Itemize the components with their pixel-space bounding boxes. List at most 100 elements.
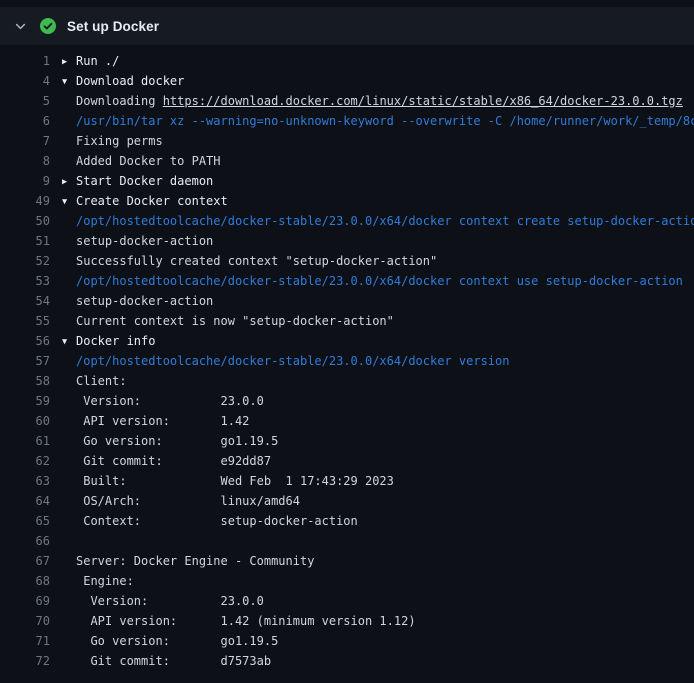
log-line: 54 setup-docker-action [0,291,694,311]
command-text: /opt/hostedtoolcache/docker-stable/23.0.… [62,351,694,371]
group-header-content[interactable]: ▼Create Docker context [62,191,694,211]
log-line: 61 Go version: go1.19.5 [0,431,694,451]
log-text: Git commit: d7573ab [62,651,694,671]
line-number[interactable]: 4 [0,71,50,91]
log-line: 66 [0,531,694,551]
log-text: API version: 1.42 (minimum version 1.12) [62,611,694,631]
log-text: Current context is now "setup-docker-act… [62,311,694,331]
line-number[interactable]: 9 [0,171,50,191]
log-group-row[interactable]: 4 ▼Download docker [0,71,694,91]
log-line: 59 Version: 23.0.0 [0,391,694,411]
log-line: 64 OS/Arch: linux/amd64 [0,491,694,511]
step-header[interactable]: Set up Docker [0,7,694,45]
log-group-row[interactable]: 1 ▶Run ./ [0,51,694,71]
line-number[interactable]: 56 [0,331,50,351]
log-text: Git commit: e92dd87 [62,451,694,471]
log-text: Version: 23.0.0 [62,591,694,611]
group-header-content[interactable]: ▼Docker info [62,331,694,351]
log-line: 68 Engine: [0,571,694,591]
group-expanded-icon: ▼ [62,72,76,91]
log-text: Context: setup-docker-action [62,511,694,531]
log-line: 67 Server: Docker Engine - Community [0,551,694,571]
log-line: 50/opt/hostedtoolcache/docker-stable/23.… [0,211,694,231]
line-number[interactable]: 49 [0,191,50,211]
line-number[interactable]: 51 [0,231,50,251]
line-number[interactable]: 52 [0,251,50,271]
log-line: 62 Git commit: e92dd87 [0,451,694,471]
group-title: Run ./ [76,54,119,68]
log-lines: 1▶Run ./4▼Download docker5Downloading ht… [0,45,694,671]
line-number[interactable]: 6 [0,111,50,131]
group-collapsed-icon: ▶ [62,52,76,71]
chevron-down-icon[interactable] [14,20,27,33]
log-line: 53/opt/hostedtoolcache/docker-stable/23.… [0,271,694,291]
line-number[interactable]: 58 [0,371,50,391]
line-number[interactable]: 7 [0,131,50,151]
log-text: Client: [62,371,694,391]
line-number[interactable]: 57 [0,351,50,371]
group-header-content[interactable]: ▼Download docker [62,71,694,91]
log-line: 58 Client: [0,371,694,391]
log-text: Engine: [62,571,694,591]
log-text: Go version: go1.19.5 [62,631,694,651]
line-number[interactable]: 50 [0,211,50,231]
log-line: 6/usr/bin/tar xz --warning=no-unknown-ke… [0,111,694,131]
log-line: 65 Context: setup-docker-action [0,511,694,531]
group-header-content[interactable]: ▶Run ./ [62,51,694,71]
log-line: 70 API version: 1.42 (minimum version 1.… [0,611,694,631]
group-title: Create Docker context [76,194,228,208]
line-number[interactable]: 53 [0,271,50,291]
log-text: Server: Docker Engine - Community [62,551,694,571]
line-number[interactable]: 68 [0,571,50,591]
log-text: setup-docker-action [62,291,694,311]
line-number[interactable]: 70 [0,611,50,631]
line-number[interactable]: 67 [0,551,50,571]
log-line: 55 Current context is now "setup-docker-a… [0,311,694,331]
line-number[interactable]: 55 [0,311,50,331]
line-number[interactable]: 72 [0,651,50,671]
line-number[interactable]: 60 [0,411,50,431]
log-text: API version: 1.42 [62,411,694,431]
group-title: Download docker [76,74,184,88]
log-text-prefix: Downloading [76,94,163,108]
log-line: 69 Version: 23.0.0 [0,591,694,611]
log-group-row[interactable]: 56 ▼Docker info [0,331,694,351]
line-number[interactable]: 8 [0,151,50,171]
log-line: 51 setup-docker-action [0,231,694,251]
log-line: 63 Built: Wed Feb 1 17:43:29 2023 [0,471,694,491]
line-number[interactable]: 64 [0,491,50,511]
group-header-content[interactable]: ▶Start Docker daemon [62,171,694,191]
download-url-link[interactable]: https://download.docker.com/linux/static… [163,94,683,108]
log-text: Built: Wed Feb 1 17:43:29 2023 [62,471,694,491]
log-group-row[interactable]: 9 ▶Start Docker daemon [0,171,694,191]
log-text: Added Docker to PATH [62,151,694,171]
check-circle-icon [40,18,56,34]
line-number[interactable]: 69 [0,591,50,611]
step-title: Set up Docker [67,19,159,34]
log-text: setup-docker-action [62,231,694,251]
log-group-row[interactable]: 49 ▼Create Docker context [0,191,694,211]
log-line: 7 Fixing perms [0,131,694,151]
line-number[interactable]: 1 [0,51,50,71]
group-expanded-icon: ▼ [62,332,76,351]
group-title: Start Docker daemon [76,174,213,188]
command-text: /opt/hostedtoolcache/docker-stable/23.0.… [62,211,694,231]
line-number[interactable]: 61 [0,431,50,451]
line-number[interactable]: 63 [0,471,50,491]
line-number[interactable]: 54 [0,291,50,311]
line-number[interactable]: 65 [0,511,50,531]
empty-line [62,531,694,551]
group-expanded-icon: ▼ [62,192,76,211]
log-line: 57/opt/hostedtoolcache/docker-stable/23.… [0,351,694,371]
log-line: 72 Git commit: d7573ab [0,651,694,671]
line-number[interactable]: 66 [0,531,50,551]
line-number[interactable]: 71 [0,631,50,651]
line-number[interactable]: 62 [0,451,50,471]
line-number[interactable]: 59 [0,391,50,411]
log-text: Version: 23.0.0 [62,391,694,411]
group-title: Docker info [76,334,155,348]
log-line: 8 Added Docker to PATH [0,151,694,171]
log-text: Fixing perms [62,131,694,151]
line-number[interactable]: 5 [0,91,50,111]
log-text: Downloading https://download.docker.com/… [62,91,694,111]
